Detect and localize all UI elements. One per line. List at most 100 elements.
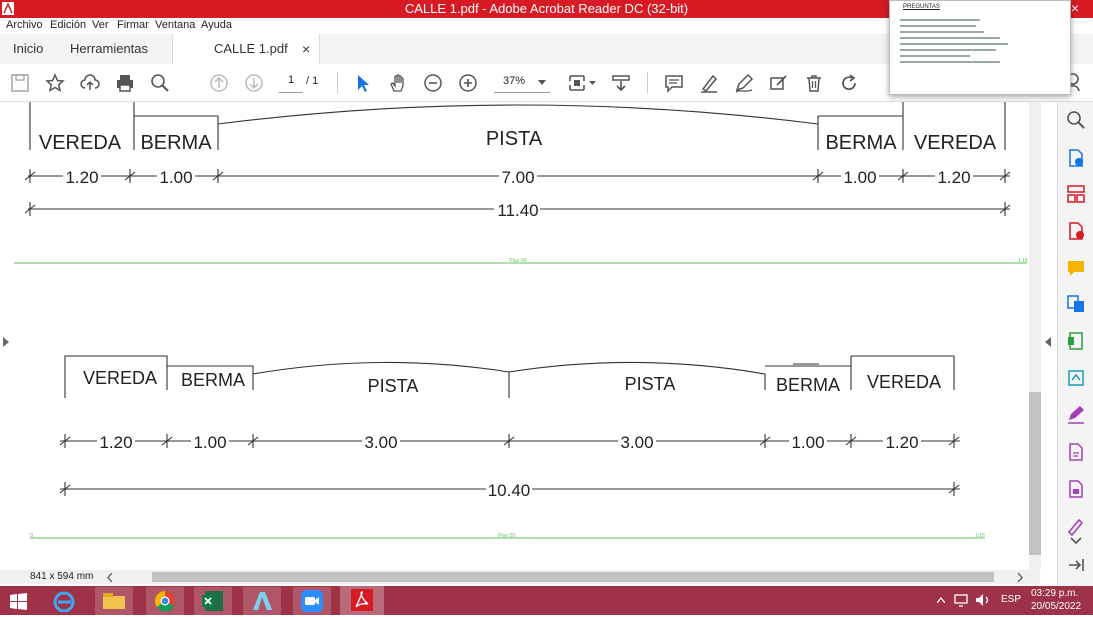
network-icon[interactable]	[954, 593, 968, 607]
print-icon[interactable]	[115, 73, 135, 93]
edit-pdf-icon[interactable]	[1066, 331, 1086, 351]
previous-page-icon[interactable]	[209, 73, 229, 93]
collapse-panel-icon[interactable]	[1066, 555, 1086, 575]
taskbar: ESP 03:29 p.m. 20/05/2022	[0, 586, 1093, 617]
expand-panel-chevron-icon[interactable]	[1066, 530, 1086, 550]
cross-section-drawing: VEREDA BERMA PISTA BERMA VEREDA 1.20 1.0…	[14, 102, 1028, 539]
close-tab-icon[interactable]: ×	[302, 41, 310, 57]
search-icon[interactable]	[150, 73, 170, 93]
scan-icon[interactable]	[1066, 368, 1086, 388]
preview-text-line	[900, 55, 970, 57]
zoom-value: 37%	[503, 75, 526, 87]
section1-floor-label: Piso (4)	[509, 258, 527, 264]
comment-tool-icon[interactable]	[1066, 258, 1086, 278]
draw-pencil-icon[interactable]	[734, 73, 754, 93]
hand-tool-icon[interactable]	[388, 73, 408, 93]
document-viewer[interactable]: VEREDA BERMA PISTA BERMA VEREDA 1.20 1.0…	[0, 102, 1040, 570]
save-icon[interactable]	[10, 73, 30, 93]
preview-text-line	[900, 31, 984, 33]
taskbar-button-zoom[interactable]	[293, 587, 331, 615]
bookmark-star-icon[interactable]	[45, 73, 65, 93]
protect-icon[interactable]	[1066, 479, 1086, 499]
menu-archivo[interactable]: Archivo	[6, 19, 43, 31]
preview-text-line	[900, 19, 980, 21]
taskbar-preview-window[interactable]: PREGUNTAS	[889, 0, 1071, 95]
zoom-icon[interactable]	[1066, 110, 1086, 130]
section1-scale: 1:15	[1018, 258, 1028, 264]
tab-document[interactable]: CALLE 1.pdf ×	[172, 34, 320, 65]
horizontal-scroll-thumb[interactable]	[152, 572, 994, 582]
chevron-down-icon	[538, 80, 546, 85]
close-window-button[interactable]: ×	[1071, 0, 1079, 16]
highlight-pen-icon[interactable]	[699, 73, 719, 93]
excel-icon	[202, 591, 223, 611]
combine-files-icon[interactable]	[1066, 294, 1086, 314]
section1-dim-2: 1.00	[159, 168, 192, 187]
section1-label-pista: PISTA	[486, 128, 543, 150]
section1-dim-3: 7.00	[501, 168, 534, 187]
vertical-scroll-thumb[interactable]	[1029, 392, 1041, 555]
section1-dim-1: 1.20	[65, 168, 98, 187]
next-page-icon[interactable]	[244, 73, 264, 93]
export-pdf-icon[interactable]	[1066, 148, 1086, 168]
preview-text-line	[900, 49, 996, 51]
file-explorer-icon	[103, 593, 125, 609]
select-cursor-icon[interactable]	[353, 73, 373, 93]
comment-icon[interactable]	[664, 73, 684, 93]
language-indicator[interactable]: ESP	[1001, 594, 1021, 605]
menu-ventana[interactable]: Ventana	[155, 19, 195, 31]
preview-text-line	[900, 61, 1000, 63]
tab-tools[interactable]: Herramientas	[70, 41, 148, 56]
right-panel-toggle-icon[interactable]	[1045, 337, 1051, 347]
taskbar-button-explorer[interactable]	[95, 587, 133, 615]
taskbar-button-acrobat[interactable]	[340, 586, 384, 617]
internet-explorer-icon[interactable]	[52, 590, 76, 612]
autocad-icon	[253, 592, 272, 610]
zoom-meetings-icon	[301, 590, 323, 612]
section2-dim-6: 1.20	[885, 433, 918, 452]
show-hidden-icons-icon[interactable]	[937, 597, 945, 603]
fill-sign-icon[interactable]	[769, 73, 789, 93]
fill-sign-tool-icon[interactable]	[1066, 404, 1086, 424]
section2-scale: 1:15	[975, 533, 985, 539]
section1-label-berma-right: BERMA	[825, 132, 897, 154]
zoom-in-icon[interactable]	[458, 73, 478, 93]
menu-firmar[interactable]: Firmar	[117, 19, 149, 31]
volume-icon[interactable]	[975, 593, 991, 607]
upload-cloud-icon[interactable]	[80, 73, 100, 93]
zoom-out-icon[interactable]	[423, 73, 443, 93]
chevron-down-icon[interactable]	[589, 81, 596, 85]
left-panel-toggle-icon[interactable]	[3, 337, 9, 347]
delete-trash-icon[interactable]	[804, 73, 824, 93]
organize-pages-icon[interactable]	[1066, 184, 1086, 204]
section2-label-pista-right: PISTA	[625, 374, 676, 394]
acrobat-reader-icon	[351, 589, 373, 611]
menu-edicion[interactable]: Edición	[50, 19, 86, 31]
chrome-icon	[155, 591, 175, 612]
tab-home[interactable]: Inicio	[13, 41, 43, 56]
menu-ayuda[interactable]: Ayuda	[201, 19, 232, 31]
section1-dim-4: 1.00	[843, 168, 876, 187]
taskbar-button-autocad[interactable]	[243, 587, 281, 615]
section2-floor-label: Piso (5)	[498, 533, 516, 539]
clock-date[interactable]: 20/05/2022	[1031, 601, 1081, 612]
menu-ver[interactable]: Ver	[92, 19, 109, 31]
section1-total: 11.40	[497, 201, 538, 220]
page-number-input[interactable]: 1	[279, 74, 303, 93]
page-fit-icon[interactable]	[567, 73, 587, 93]
page-total: / 1	[306, 75, 319, 87]
scroll-right-icon[interactable]	[1017, 573, 1023, 582]
windows-start-icon[interactable]	[10, 593, 27, 610]
send-for-signature-icon[interactable]	[1066, 442, 1086, 462]
scroll-mode-icon[interactable]	[611, 73, 631, 93]
right-tools-panel	[1057, 102, 1093, 586]
section1-label-vereda-left: VEREDA	[39, 132, 122, 154]
rotate-icon[interactable]	[839, 73, 859, 93]
zoom-select[interactable]: 37%	[494, 74, 550, 93]
preview-text-line	[900, 25, 976, 27]
clock-time[interactable]: 03:29 p.m.	[1031, 588, 1078, 599]
create-pdf-icon[interactable]	[1066, 221, 1086, 241]
scroll-left-icon[interactable]	[107, 573, 113, 582]
taskbar-button-chrome[interactable]	[146, 587, 184, 615]
taskbar-button-excel[interactable]	[194, 587, 232, 615]
